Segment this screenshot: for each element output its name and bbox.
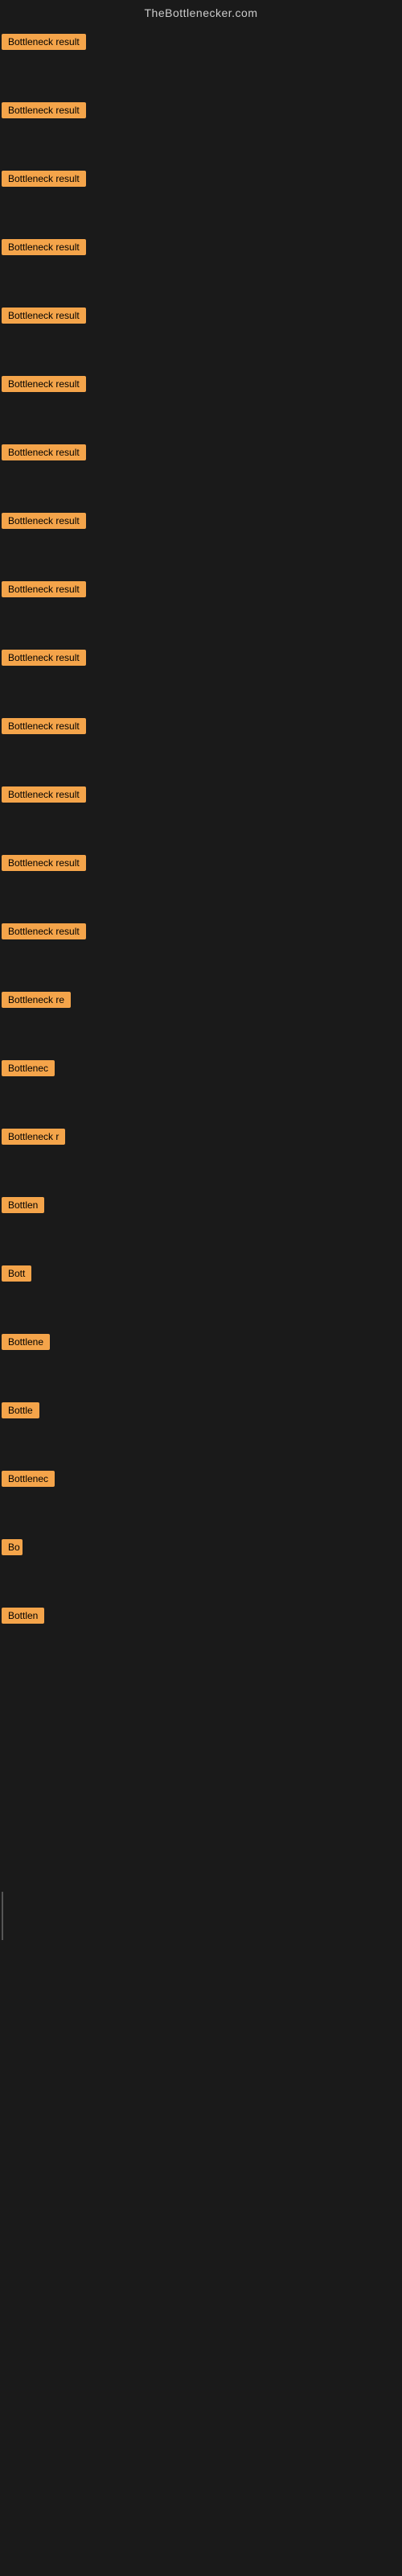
bottleneck-badge[interactable]: Bottleneck r xyxy=(2,1129,65,1145)
bottleneck-badge[interactable]: Bottleneck result xyxy=(2,581,86,597)
bottleneck-badge[interactable]: Bottleneck result xyxy=(2,650,86,666)
bottleneck-badge[interactable]: Bottleneck result xyxy=(2,308,86,324)
list-item: Bottleneck result xyxy=(2,163,402,231)
vertical-line xyxy=(2,1892,3,1940)
bottleneck-badge[interactable]: Bottlenec xyxy=(2,1471,55,1487)
bottleneck-badge[interactable]: Bottleneck result xyxy=(2,855,86,871)
bottleneck-badge[interactable]: Bottle xyxy=(2,1402,39,1418)
bottleneck-badge[interactable]: Bottleneck result xyxy=(2,102,86,118)
list-item: Bottlen xyxy=(2,1189,402,1257)
empty-space xyxy=(0,1668,402,2392)
bottleneck-list: Bottleneck result Bottleneck result Bottle… xyxy=(0,23,402,1668)
bottleneck-badge[interactable]: Bottleneck result xyxy=(2,786,86,803)
list-item: Bottleneck result xyxy=(2,642,402,710)
list-item: Bottleneck re xyxy=(2,984,402,1052)
list-item: Bo xyxy=(2,1531,402,1600)
list-item: Bottlenec xyxy=(2,1052,402,1121)
bottleneck-badge[interactable]: Bottleneck result xyxy=(2,34,86,50)
bottleneck-badge[interactable]: Bottlen xyxy=(2,1197,44,1213)
list-item: Bottleneck result xyxy=(2,778,402,847)
bottleneck-badge[interactable]: Bottleneck result xyxy=(2,923,86,939)
list-item: Bottleneck result xyxy=(2,915,402,984)
list-item: Bottlenec xyxy=(2,1463,402,1531)
list-item: Bottle xyxy=(2,1394,402,1463)
list-item: Bottleneck result xyxy=(2,299,402,368)
bottleneck-badge[interactable]: Bottleneck result xyxy=(2,718,86,734)
list-item: Bottleneck result xyxy=(2,94,402,163)
bottleneck-badge[interactable]: Bottlenec xyxy=(2,1060,55,1076)
list-item: Bottleneck result xyxy=(2,573,402,642)
site-title: TheBottlenecker.com xyxy=(0,0,402,23)
bottleneck-badge[interactable]: Bottleneck result xyxy=(2,513,86,529)
bottleneck-badge[interactable]: Bottleneck result xyxy=(2,376,86,392)
bottleneck-badge[interactable]: Bottlen xyxy=(2,1608,44,1624)
list-item: Bottleneck result xyxy=(2,368,402,436)
bottleneck-badge[interactable]: Bottleneck result xyxy=(2,239,86,255)
bottleneck-badge[interactable]: Bottleneck re xyxy=(2,992,71,1008)
bottleneck-badge[interactable]: Bottleneck result xyxy=(2,171,86,187)
list-item: Bottlene xyxy=(2,1326,402,1394)
list-item: Bottleneck result xyxy=(2,231,402,299)
list-item: Bottleneck result xyxy=(2,847,402,915)
list-item: Bottleneck result xyxy=(2,26,402,94)
bottleneck-badge[interactable]: Bottleneck result xyxy=(2,444,86,460)
bottleneck-badge[interactable]: Bott xyxy=(2,1265,31,1282)
list-item: Bottleneck result xyxy=(2,505,402,573)
bottleneck-badge[interactable]: Bottlene xyxy=(2,1334,50,1350)
list-item: Bottleneck r xyxy=(2,1121,402,1189)
list-item: Bottleneck result xyxy=(2,710,402,778)
list-item: Bott xyxy=(2,1257,402,1326)
list-item: Bottlen xyxy=(2,1600,402,1668)
list-item: Bottleneck result xyxy=(2,436,402,505)
bottleneck-badge[interactable]: Bo xyxy=(2,1539,23,1555)
